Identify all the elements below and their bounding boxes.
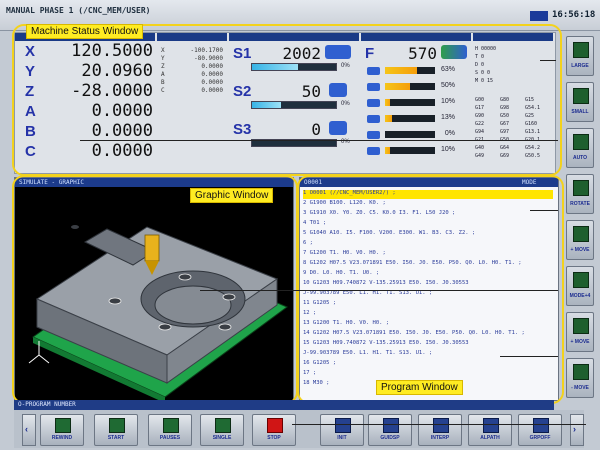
rewind-icon <box>55 418 71 433</box>
softkey-label: START <box>107 435 125 441</box>
init-icon <box>335 418 351 433</box>
softkey-stop-button[interactable]: STOP <box>252 414 296 446</box>
softkey-grpoff-button[interactable]: GRPOFF <box>518 414 562 446</box>
softkey-label: INIT <box>337 435 347 441</box>
grpoff-icon <box>533 418 549 433</box>
softkey-label: SINGLE <box>212 435 232 441</box>
program-number-label: O-PROGRAM NUMBER <box>18 401 76 408</box>
side-button-label: + MOVE <box>570 247 590 253</box>
side-button[interactable]: SMALL <box>566 82 594 122</box>
leader-line <box>540 60 556 61</box>
softkey-bar: ‹ › REWIND START PAUSES SINGLE STOP INIT GUIDS… <box>14 410 584 448</box>
side-button-label: ROTATE <box>570 201 590 207</box>
machine-status-callout: Machine Status Window <box>26 24 144 39</box>
softkey-label: STOP <box>267 435 281 441</box>
softkey-label: ALPATH <box>480 435 500 441</box>
softkey-single-button[interactable]: SINGLE <box>200 414 244 446</box>
softkey-label: GUIDSP <box>380 435 400 441</box>
clock: 16:56:18 <box>552 10 596 20</box>
status-callout-frame <box>12 24 562 176</box>
graphic-window-callout: Graphic Window <box>190 188 274 203</box>
softkey-alpath-button[interactable]: ALPATH <box>468 414 512 446</box>
pauses-icon <box>163 418 179 433</box>
program-number-bar: O-PROGRAM NUMBER <box>14 400 554 410</box>
button-icon <box>573 134 589 150</box>
chevron-right-icon: › <box>573 424 576 434</box>
side-button-label: AUTO <box>572 155 588 161</box>
softkey-rewind-button[interactable]: REWIND <box>40 414 84 446</box>
softkey-next-button[interactable]: › <box>570 414 584 446</box>
single-icon <box>215 418 231 433</box>
chevron-left-icon: ‹ <box>25 424 28 434</box>
side-button[interactable]: AUTO <box>566 128 594 168</box>
side-button[interactable]: + MOVE <box>566 312 594 352</box>
stop-icon <box>267 418 283 433</box>
softkey-pauses-button[interactable]: PAUSES <box>148 414 192 446</box>
softkey-start-button[interactable]: START <box>94 414 138 446</box>
softkey-init-button[interactable]: INIT <box>320 414 364 446</box>
side-button[interactable]: + MOVE <box>566 220 594 260</box>
leader-line <box>530 210 558 211</box>
button-icon <box>573 272 589 288</box>
softkey-label: PAUSES <box>159 435 181 441</box>
leader-line <box>200 290 558 291</box>
side-button-label: LARGE <box>571 63 589 69</box>
button-icon <box>573 318 589 334</box>
softkey-guidsp-button[interactable]: GUIDSP <box>368 414 412 446</box>
alpath-icon <box>483 418 499 433</box>
window-title: MANUAL PHASE 1 (/CNC_MEM/USER) <box>6 6 151 15</box>
softkey-label: GRPOFF <box>529 435 551 441</box>
button-icon <box>573 226 589 242</box>
button-icon <box>573 364 589 380</box>
button-icon <box>573 42 589 58</box>
side-button-label: MODE+4 <box>569 293 591 299</box>
leader-line <box>80 140 558 141</box>
softkey-prev-button[interactable]: ‹ <box>22 414 36 446</box>
interp-icon <box>433 418 449 433</box>
guidsp-icon <box>383 418 399 433</box>
side-button[interactable]: - MOVE <box>566 358 594 398</box>
side-button[interactable]: MODE+4 <box>566 266 594 306</box>
start-icon <box>109 418 125 433</box>
button-icon <box>573 180 589 196</box>
flag-icon <box>530 11 548 21</box>
leader-line <box>500 356 558 357</box>
leader-line <box>292 424 586 425</box>
softkey-label: REWIND <box>51 435 73 441</box>
softkey-label: INTERP <box>430 435 450 441</box>
side-button-label: + MOVE <box>570 339 590 345</box>
side-button[interactable]: LARGE <box>566 36 594 76</box>
button-icon <box>573 88 589 104</box>
softkey-interp-button[interactable]: INTERP <box>418 414 462 446</box>
side-button-label: - MOVE <box>571 385 589 391</box>
program-window-callout: Program Window <box>376 380 463 395</box>
side-button-label: SMALL <box>571 109 589 115</box>
side-button[interactable]: ROTATE <box>566 174 594 214</box>
